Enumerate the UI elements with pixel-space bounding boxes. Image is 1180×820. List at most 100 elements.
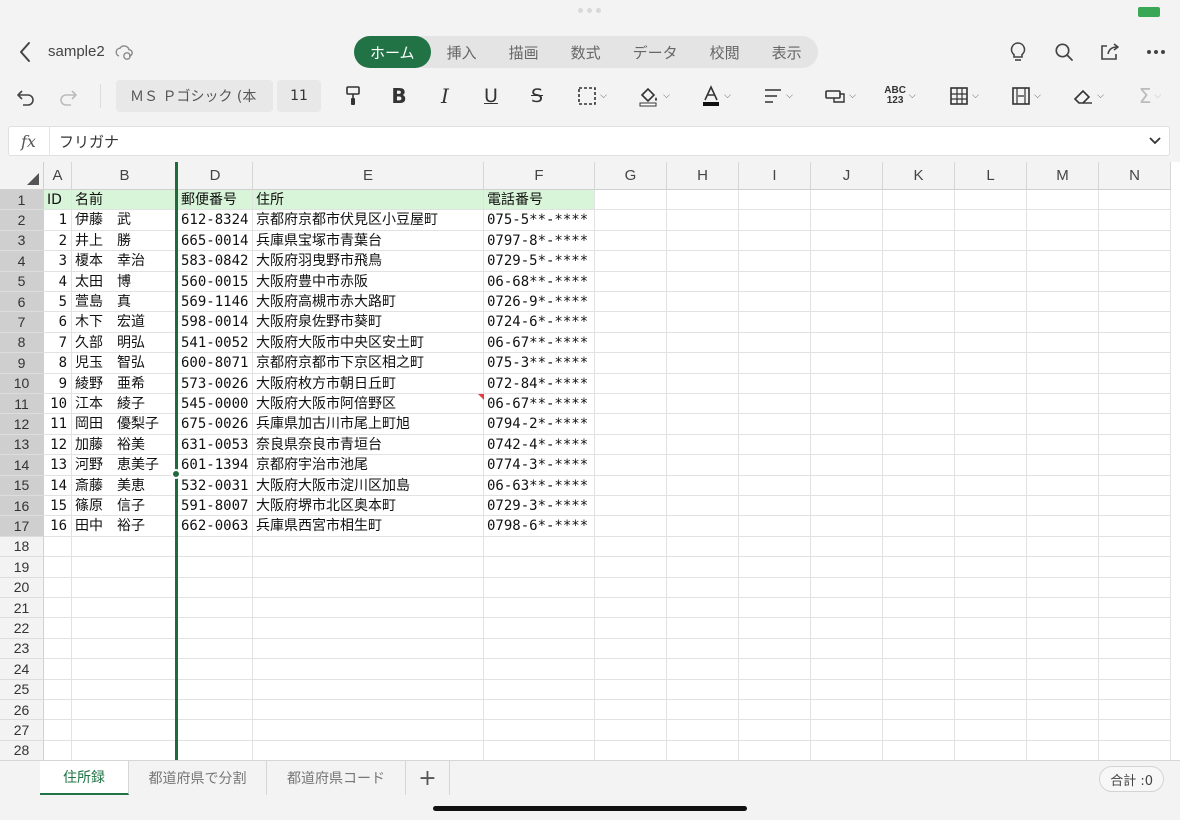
grid-cell[interactable] — [72, 598, 178, 619]
grid-cell[interactable] — [595, 332, 667, 354]
tab-6[interactable]: 表示 — [756, 36, 818, 68]
column-width-icon[interactable]: ⌵ — [1004, 78, 1048, 114]
grid-cell[interactable] — [1099, 271, 1171, 292]
grid-cell[interactable] — [739, 679, 811, 700]
grid-cell[interactable] — [883, 251, 955, 272]
grid-cell[interactable] — [595, 475, 667, 496]
grid-cell[interactable] — [955, 394, 1027, 415]
back-icon[interactable] — [14, 38, 36, 66]
data-cell[interactable]: 大阪府羽曳野市飛鳥 — [253, 251, 484, 272]
data-cell[interactable]: 加藤 裕美 — [72, 434, 178, 456]
grid-cell[interactable] — [484, 536, 595, 558]
grid-cell[interactable] — [811, 557, 883, 578]
row-header[interactable]: 1 — [0, 190, 44, 211]
grid-cell[interactable] — [1099, 332, 1171, 354]
grid-cell[interactable] — [253, 557, 484, 578]
column-header-F[interactable]: F — [484, 162, 595, 190]
grid-cell[interactable] — [484, 740, 595, 760]
grid-cell[interactable] — [1027, 536, 1099, 558]
grid-cell[interactable] — [253, 720, 484, 741]
grid-cell[interactable] — [595, 516, 667, 537]
grid-cell[interactable] — [595, 659, 667, 680]
grid-cell[interactable] — [955, 740, 1027, 760]
grid-cell[interactable] — [667, 720, 739, 741]
grid-cell[interactable] — [955, 536, 1027, 558]
italic-icon[interactable]: I — [432, 78, 458, 114]
data-cell[interactable]: 田中 裕子 — [72, 516, 178, 537]
data-cell[interactable]: 0724-6*-**** — [484, 312, 595, 333]
select-all-corner[interactable] — [0, 162, 44, 190]
row-header[interactable]: 11 — [0, 394, 44, 415]
column-header-A[interactable]: A — [44, 162, 72, 190]
data-cell[interactable]: 560-0015 — [178, 271, 253, 292]
grid-cell[interactable] — [1099, 598, 1171, 619]
grid-cell[interactable] — [595, 557, 667, 578]
row-header[interactable]: 17 — [0, 516, 44, 537]
grid-cell[interactable] — [595, 292, 667, 313]
share-icon[interactable] — [1096, 38, 1124, 66]
data-cell[interactable]: 583-0842 — [178, 251, 253, 272]
data-cell[interactable]: 5 — [44, 292, 72, 313]
grid-cell[interactable] — [739, 700, 811, 721]
data-cell[interactable]: 662-0063 — [178, 516, 253, 537]
row-header[interactable]: 8 — [0, 332, 44, 354]
grid-cell[interactable] — [811, 394, 883, 415]
grid-cell[interactable] — [178, 557, 253, 578]
grid-cell[interactable] — [955, 190, 1027, 211]
grid-cell[interactable] — [595, 210, 667, 231]
grid-cell[interactable] — [667, 679, 739, 700]
grid-cell[interactable] — [595, 638, 667, 660]
grid-cell[interactable] — [811, 353, 883, 374]
header-cell[interactable]: 住所 — [253, 190, 484, 211]
row-header[interactable]: 23 — [0, 638, 44, 660]
grid-cell[interactable] — [72, 740, 178, 760]
grid-cell[interactable] — [1027, 496, 1099, 517]
grid-cell[interactable] — [883, 638, 955, 660]
grid-cell[interactable] — [667, 557, 739, 578]
row-header[interactable]: 13 — [0, 434, 44, 456]
data-cell[interactable]: 545-0000 — [178, 394, 253, 415]
grid-cell[interactable] — [955, 700, 1027, 721]
data-cell[interactable]: 京都府京都市下京区相之町 — [253, 353, 484, 374]
data-cell[interactable]: 13 — [44, 455, 72, 476]
grid-cell[interactable] — [883, 496, 955, 517]
grid-cell[interactable] — [253, 618, 484, 639]
grid-cell[interactable] — [44, 679, 72, 700]
data-cell[interactable]: 11 — [44, 414, 72, 435]
grid-cell[interactable] — [739, 557, 811, 578]
grid-cell[interactable] — [667, 394, 739, 415]
more-icon[interactable] — [1142, 38, 1170, 66]
font-name-box[interactable]: ＭＳ Ｐゴシック (本 — [116, 80, 273, 112]
grid-cell[interactable] — [1099, 638, 1171, 660]
grid-cell[interactable] — [253, 740, 484, 760]
grid-cell[interactable] — [1099, 353, 1171, 374]
grid-cell[interactable] — [883, 210, 955, 231]
cell-border-select-icon[interactable]: ⌵ — [570, 78, 614, 114]
grid-cell[interactable] — [44, 638, 72, 660]
grid-cell[interactable] — [1099, 700, 1171, 721]
data-cell[interactable]: 0794-2*-**** — [484, 414, 595, 435]
grid-cell[interactable] — [1027, 332, 1099, 354]
grid-cell[interactable] — [178, 740, 253, 760]
grid-cell[interactable] — [1027, 230, 1099, 252]
grid-cell[interactable] — [595, 190, 667, 211]
data-cell[interactable]: 15 — [44, 496, 72, 517]
data-cell[interactable]: 2 — [44, 230, 72, 252]
grid-cell[interactable] — [72, 536, 178, 558]
grid-cell[interactable] — [72, 618, 178, 639]
grid-cell[interactable] — [1027, 434, 1099, 456]
grid-cell[interactable] — [739, 190, 811, 211]
grid-cell[interactable] — [667, 496, 739, 517]
grid-cell[interactable] — [667, 353, 739, 374]
grid-cell[interactable] — [739, 598, 811, 619]
column-header-L[interactable]: L — [955, 162, 1027, 190]
grid-cell[interactable] — [739, 414, 811, 435]
grid-cell[interactable] — [667, 251, 739, 272]
grid-cell[interactable] — [72, 577, 178, 598]
grid-cell[interactable] — [1099, 414, 1171, 435]
grid-cell[interactable] — [811, 618, 883, 639]
data-cell[interactable]: 0726-9*-**** — [484, 292, 595, 313]
data-cell[interactable]: 木下 宏道 — [72, 312, 178, 333]
formula-bar[interactable]: fx フリガナ — [8, 126, 1170, 156]
grid-cell[interactable] — [1027, 190, 1099, 211]
